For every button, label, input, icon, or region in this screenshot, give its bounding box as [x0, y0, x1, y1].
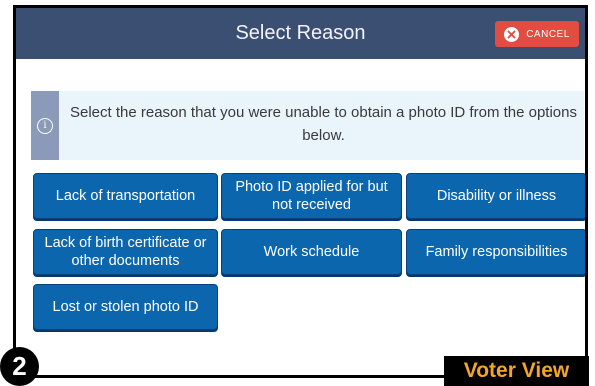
close-circle-icon — [504, 26, 520, 42]
header-bar: Select Reason CANCEL — [16, 8, 585, 59]
cancel-button[interactable]: CANCEL — [495, 21, 579, 47]
info-text: Select the reason that you were unable t… — [70, 104, 577, 144]
voter-view-label: Voter View — [444, 356, 589, 386]
info-banner: i Select the reason that you were unable… — [31, 91, 584, 160]
option-disability-or-illness[interactable]: Disability or illness — [406, 173, 585, 219]
cancel-label: CANCEL — [526, 28, 570, 40]
option-lost-or-stolen-photo-id[interactable]: Lost or stolen photo ID — [33, 284, 218, 330]
info-icon: i — [37, 117, 53, 134]
option-lack-of-transportation[interactable]: Lack of transportation — [33, 173, 218, 219]
kiosk-screen: Select Reason CANCEL i Select the reason… — [13, 5, 588, 378]
option-family-responsibilities[interactable]: Family responsibilities — [406, 229, 585, 275]
step-number-badge: 2 — [0, 347, 39, 386]
option-work-schedule[interactable]: Work schedule — [221, 229, 402, 275]
option-photo-id-applied-not-received[interactable]: Photo ID applied for but not received — [221, 173, 402, 219]
info-icon-bar: i — [31, 91, 59, 160]
option-lack-of-birth-certificate[interactable]: Lack of birth certificate or other docum… — [33, 229, 218, 275]
